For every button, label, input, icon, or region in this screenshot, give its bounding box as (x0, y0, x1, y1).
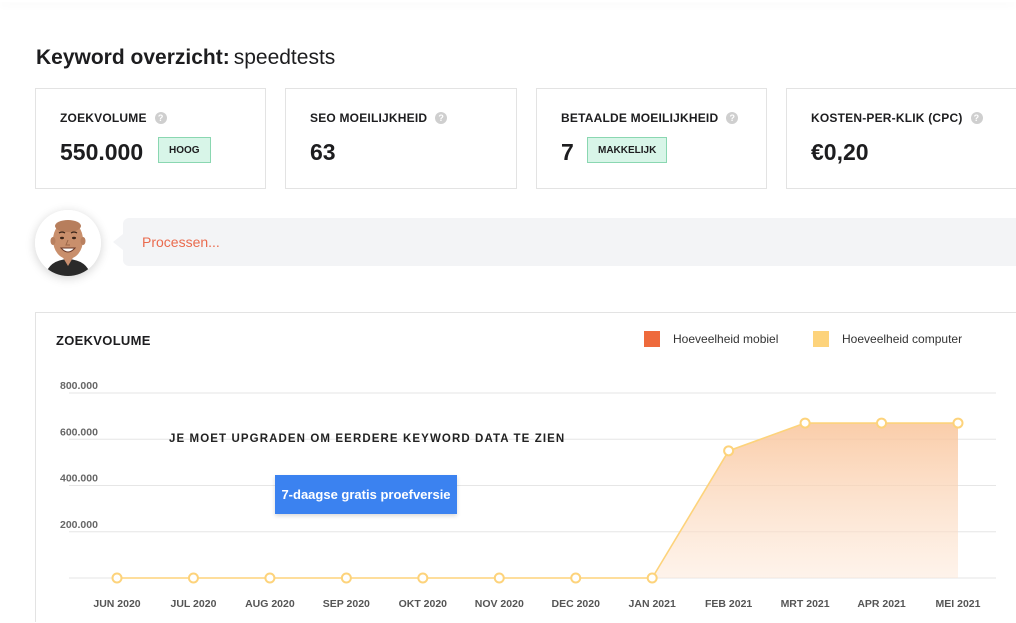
stat-label-search-volume: ZOEKVOLUME? (60, 111, 167, 125)
help-icon[interactable]: ? (154, 112, 167, 124)
x-tick-label: AUG 2020 (245, 598, 295, 610)
stat-card-paid-difficulty: BETAALDE MOEILIJKHEID? 7 MAKKELIJK (536, 88, 767, 189)
stat-card-cpc: KOSTEN-PER-KLIK (CPC)? €0,20 (786, 88, 1016, 189)
page-title: Keyword overzicht: speedtests (36, 46, 335, 70)
legend-label-computer: Hoeveelheid computer (842, 332, 963, 346)
y-tick-label: 200.000 (60, 519, 98, 531)
search-volume-chart-card: 200.000 400.000 600.000 800.000 JUN 2020 JUL … (35, 312, 1016, 622)
x-tick-label: FEB 2021 (705, 598, 752, 610)
x-tick-label: OKT 2020 (399, 598, 448, 610)
data-point-computer (876, 417, 888, 429)
y-tick-label: 600.000 (60, 426, 98, 438)
stat-value-cpc: €0,20 (811, 139, 869, 165)
upgrade-message: JE MOET UPGRADEN OM EERDERE KEYWORD DATA… (169, 433, 566, 445)
data-point-computer (264, 572, 276, 584)
avatar-photo (35, 210, 101, 276)
data-point-computer (570, 572, 582, 584)
assistant-status-text: Processen... (142, 234, 220, 250)
data-point-computer (646, 572, 658, 584)
legend-swatch-mobile (644, 331, 660, 347)
stat-badge-search-volume: HOOG (158, 137, 211, 163)
data-point-computer (111, 572, 123, 584)
search-volume-chart: 200.000 400.000 600.000 800.000 JUN 2020 JUL … (60, 380, 996, 610)
stat-card-seo-difficulty: SEO MOEILIJKHEID? 63 (285, 88, 517, 189)
x-tick-label: JUN 2020 (93, 598, 140, 610)
stat-label-seo-difficulty: SEO MOEILIJKHEID? (310, 111, 448, 125)
free-trial-button[interactable]: 7-daagse gratis proefversie (275, 475, 457, 514)
x-tick-label: NOV 2020 (475, 598, 524, 610)
y-tick-label: 400.000 (60, 473, 98, 485)
x-tick-label: JUL 2020 (170, 598, 216, 610)
legend-item-mobile[interactable]: Hoeveelheid mobiel (644, 331, 778, 347)
data-point-computer (952, 417, 964, 429)
data-point-computer (187, 572, 199, 584)
stat-label-cpc: KOSTEN-PER-KLIK (CPC)? (811, 111, 983, 125)
x-tick-label: MEI 2021 (936, 598, 981, 610)
assistant-message-bubble: Processen... (113, 218, 1016, 266)
stat-value-paid-difficulty: 7 (561, 139, 574, 165)
stat-label-paid-difficulty: BETAALDE MOEILIJKHEID? (561, 111, 739, 125)
help-icon[interactable]: ? (970, 112, 983, 124)
help-icon[interactable]: ? (435, 112, 448, 124)
data-point-computer (417, 572, 429, 584)
x-tick-label: JAN 2021 (629, 598, 676, 610)
stat-value-seo-difficulty: 63 (310, 139, 336, 165)
data-point-computer (799, 417, 811, 429)
x-tick-label: MRT 2021 (781, 598, 830, 610)
legend-swatch-computer (813, 331, 829, 347)
assistant-avatar (35, 210, 101, 276)
x-tick-label: APR 2021 (857, 598, 906, 610)
data-point-computer (493, 572, 505, 584)
stat-card-search-volume: ZOEKVOLUME? 550.000 HOOG (35, 88, 266, 189)
help-icon[interactable]: ? (726, 112, 739, 124)
data-point-computer (723, 445, 735, 457)
top-navigation-shadow (0, 0, 1016, 2)
legend-item-computer[interactable]: Hoeveelheid computer (813, 331, 962, 347)
stat-value-search-volume: 550.000 (60, 139, 144, 165)
y-tick-label: 800.000 (60, 380, 98, 392)
page-title-keyword: speedtests (233, 46, 336, 69)
chart-title: ZOEKVOLUME (56, 333, 151, 348)
data-point-computer (340, 572, 352, 584)
stat-badge-paid-difficulty: MAKKELIJK (587, 137, 668, 163)
legend-label-mobile: Hoeveelheid mobiel (673, 332, 779, 346)
x-tick-label: SEP 2020 (323, 598, 370, 610)
page-title-label: Keyword overzicht: (36, 46, 230, 69)
x-tick-label: DEC 2020 (552, 598, 601, 610)
